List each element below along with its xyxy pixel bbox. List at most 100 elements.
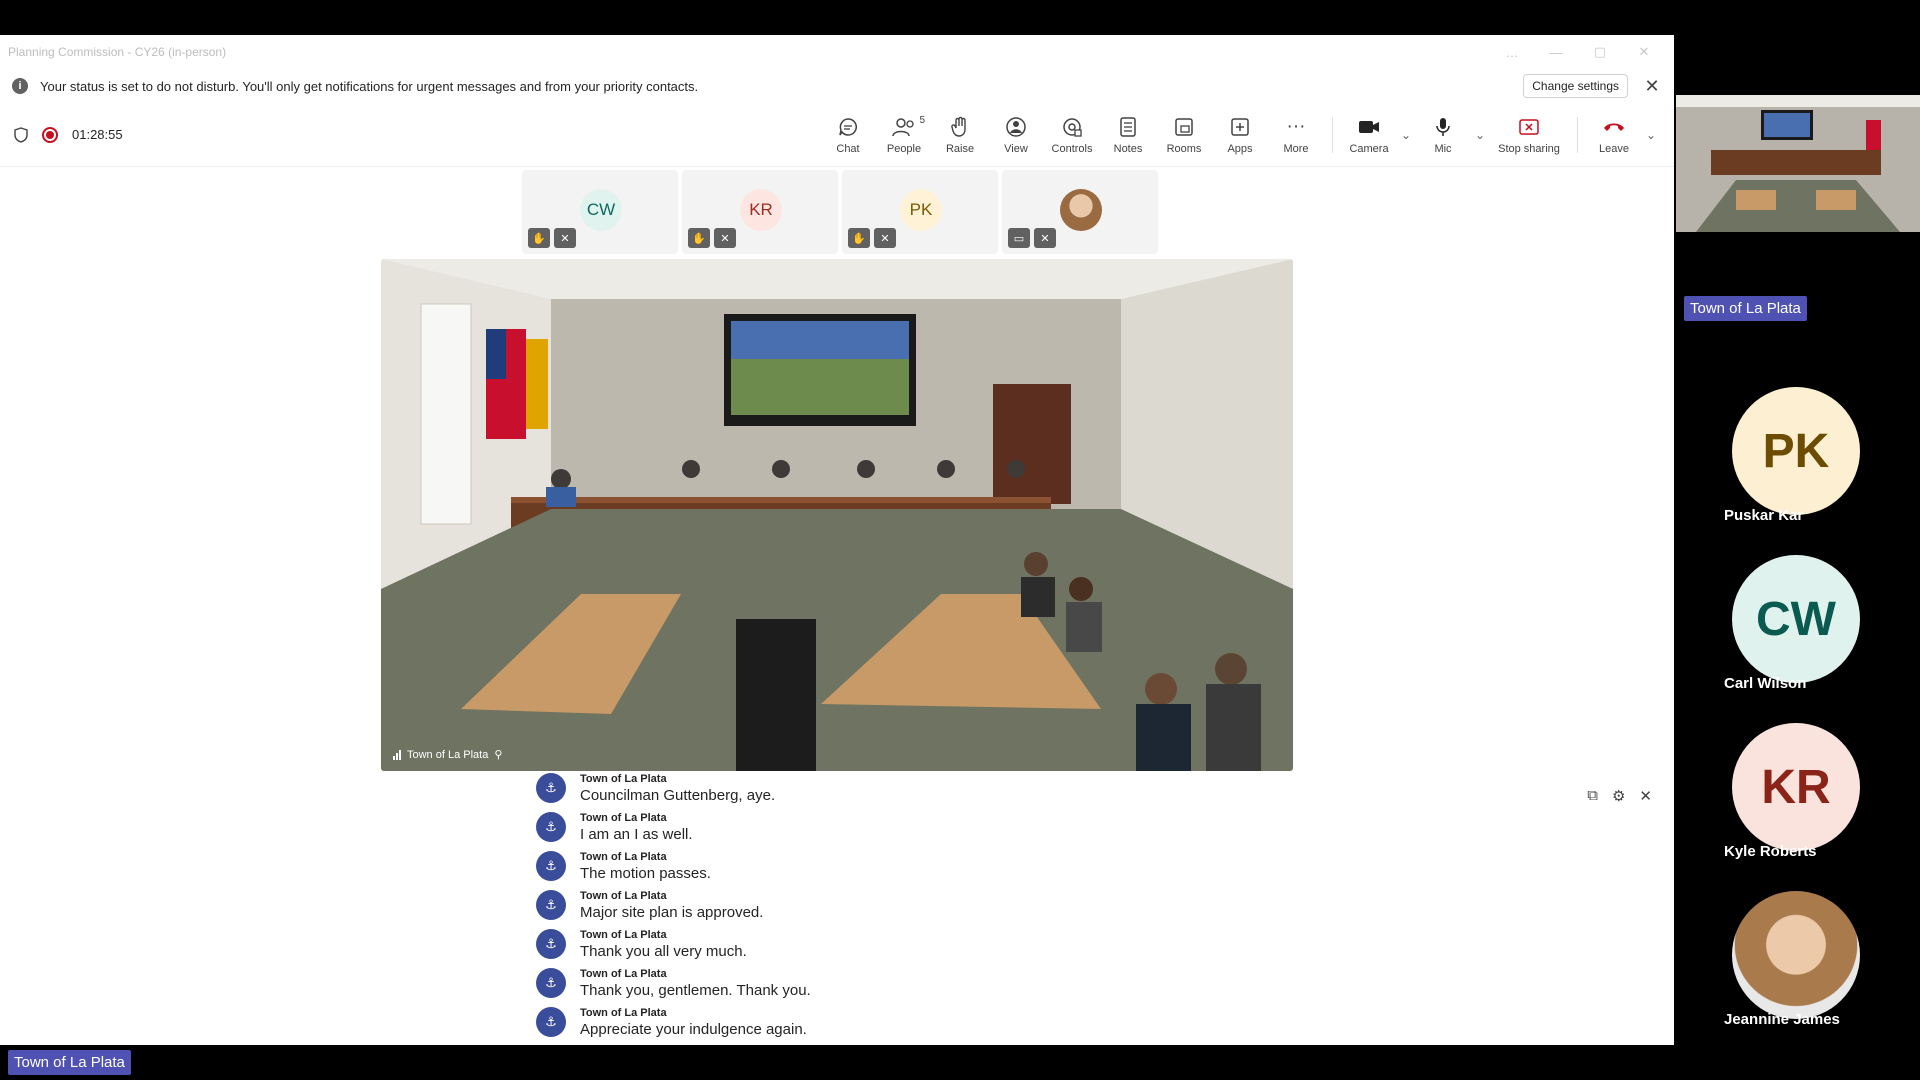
hand-icon: ✋ [848,228,870,248]
participant-tile-kr[interactable]: KR ✋ ✕ [682,170,838,254]
minimize-button[interactable]: — [1534,45,1578,60]
participant-name: Puskar Kar [1724,507,1804,524]
mic-label: Mic [1434,142,1452,155]
caption-speaker: Town of La Plata [580,812,667,824]
meeting-toolbar: 01:28:55 Chat 5 People Raise View Contro… [0,103,1674,167]
toolbar-divider [1332,116,1333,153]
participant-name: Jeannine James [1724,1011,1840,1028]
avatar: PK [900,189,942,231]
people-count: 5 [919,114,925,126]
caption-row: ⚓ Town of La Plata Thank you all very much… [536,929,747,960]
more-button[interactable]: ··· More [1268,115,1324,155]
hand-icon: ✋ [688,228,710,248]
apps-button[interactable]: Apps [1212,115,1268,155]
change-settings-button[interactable]: Change settings [1523,74,1628,98]
stop-sharing-icon [1518,115,1540,139]
caption-speaker: Town of La Plata [580,968,667,980]
rooms-button[interactable]: Rooms [1156,115,1212,155]
speaker-avatar-icon: ⚓ [536,812,566,842]
signal-icon [393,749,401,760]
speaker-avatar-icon: ⚓ [536,773,566,803]
recording-icon [42,126,58,143]
caption-speaker: Town of La Plata [580,773,667,785]
caption-row: ⚓ Town of La Plata Major site plan is appr… [536,890,763,921]
apps-icon [1229,115,1251,139]
controls-button[interactable]: Controls [1044,115,1100,155]
camera-button[interactable]: Camera [1341,115,1397,155]
caption-text: I am an I as well. [580,826,693,843]
rooms-icon [1173,115,1195,139]
room-thumbnail-label: Town of La Plata [1684,296,1807,321]
avatar-puskar-kar[interactable]: PK [1732,387,1860,515]
mic-icon [1434,115,1452,139]
caption-text: Thank you all very much. [580,943,747,960]
people-button[interactable]: 5 People [876,115,932,155]
meeting-timer: 01:28:55 [72,127,123,142]
caption-row: ⚓ Town of La Plata I am an I as well. [536,812,693,843]
camera-label: Camera [1349,142,1389,155]
caption-text: Councilman Guttenberg, aye. [580,787,776,804]
participant-tile-pk[interactable]: PK ✋ ✕ [842,170,998,254]
camera-options-chevron-icon[interactable]: ⌄ [1397,128,1415,142]
hand-icon: ✋ [528,228,550,248]
caption-speaker: Town of La Plata [580,929,667,941]
participant-tile-photo[interactable]: ▭ ✕ [1002,170,1158,254]
title-bar: Planning Commission - CY26 (in-person) …… [0,35,1674,69]
pop-out-icon[interactable]: ⧉ [1587,787,1598,805]
mic-button[interactable]: Mic [1415,115,1471,155]
settings-gear-icon[interactable]: ⚙ [1612,787,1625,805]
shared-video[interactable]: Town of La Plata ⚲ [381,259,1293,771]
info-icon: i [12,78,28,94]
leave-options-chevron-icon[interactable]: ⌄ [1642,128,1660,142]
stop-sharing-label: Stop sharing [1498,142,1560,155]
hang-up-icon [1602,115,1626,139]
avatar-kyle-roberts[interactable]: KR [1732,723,1860,851]
close-window-button[interactable]: ✕ [1622,44,1666,60]
caption-row: ⚓ Town of La Plata Thank you, gentlemen. T… [536,968,811,999]
controls-icon [1061,115,1083,139]
council-chamber-video-image [381,259,1293,771]
video-label-text: Town of La Plata [407,748,489,761]
speaker-avatar-icon: ⚓ [536,890,566,920]
video-source-label: Town of La Plata ⚲ [393,748,502,761]
caption-text: Thank you, gentlemen. Thank you. [580,982,811,999]
view-button[interactable]: View [988,115,1044,155]
mic-muted-icon: ✕ [554,228,576,248]
caption-speaker: Town of La Plata [580,1007,667,1019]
notes-label: Notes [1113,142,1143,155]
notes-icon [1119,115,1137,139]
speaker-avatar-icon: ⚓ [536,1007,566,1037]
avatar-jeannine-james-photo[interactable] [1732,891,1860,1019]
toolbar-divider-2 [1577,116,1578,153]
chat-label: Chat [836,142,860,155]
close-captions-icon[interactable]: ✕ [1639,787,1652,805]
maximize-button[interactable]: ▢ [1578,44,1622,60]
participant-tile-cw[interactable]: CW ✋ ✕ [522,170,678,254]
captions-tools: ⧉ ⚙ ✕ [1587,787,1652,805]
shield-icon [14,126,28,143]
mic-muted-icon: ✕ [1034,228,1056,248]
leave-button[interactable]: Leave [1586,115,1642,155]
avatar: CW [580,189,622,231]
stop-sharing-button[interactable]: Stop sharing [1489,115,1569,155]
raise-label: Raise [945,142,975,155]
chat-button[interactable]: Chat [820,115,876,155]
hand-icon [950,115,970,139]
pin-icon[interactable]: ⚲ [494,748,502,761]
speaker-avatar-icon: ⚓ [536,929,566,959]
screen: Planning Commission - CY26 (in-person) …… [0,0,1920,1080]
caption-text: Major site plan is approved. [580,904,764,921]
more-icon: ··· [1286,115,1306,137]
close-banner-icon[interactable]: ✕ [1642,76,1662,97]
mic-options-chevron-icon[interactable]: ⌄ [1471,128,1489,142]
room-thumbnail-video[interactable] [1676,95,1920,232]
speaker-avatar-icon: ⚓ [536,968,566,998]
avatar-carl-wilson[interactable]: CW [1732,555,1860,683]
caption-row: ⚓ Town of La Plata Councilman Guttenberg, … [536,773,775,804]
notes-button[interactable]: Notes [1100,115,1156,155]
caption-speaker: Town of La Plata [580,851,667,863]
caption-text: The motion passes. [580,865,711,882]
more-options-icon[interactable]: … [1490,45,1534,60]
dnd-banner: i Your status is set to do not disturb. … [0,69,1674,103]
raise-hand-button[interactable]: Raise [932,115,988,155]
